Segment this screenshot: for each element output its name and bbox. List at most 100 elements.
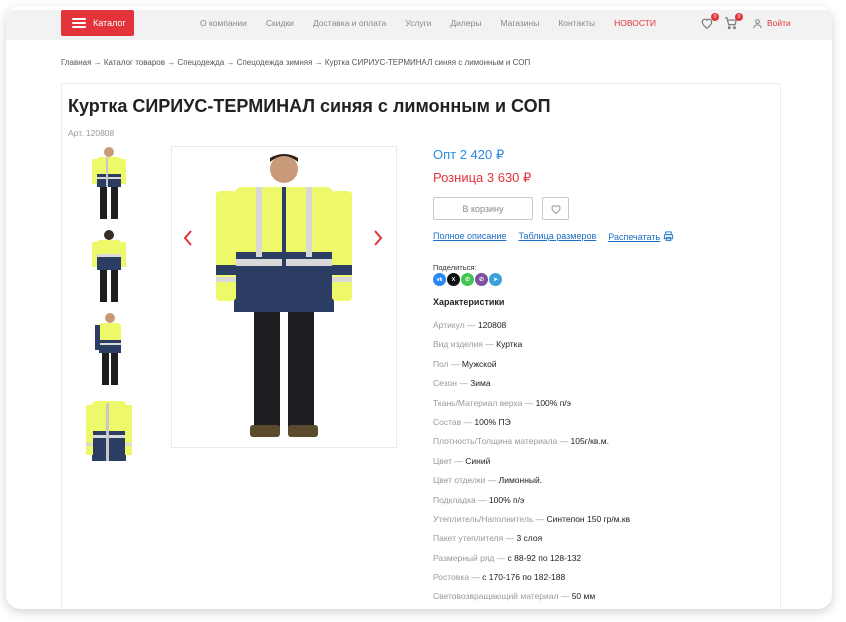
browser-frame: Каталог О компании Скидки Доставка и опл…	[6, 6, 832, 609]
retail-price: Розница 3 630 ₽	[433, 170, 532, 185]
product-main-image	[171, 146, 397, 448]
share-label: Поделиться:	[433, 263, 477, 272]
share-buttons: vk X ✆ ✆ ➤	[433, 273, 502, 286]
spec-row: Плотность/Толщина материала — 105г/кв.м.	[433, 436, 630, 455]
spec-row: Подкладка — 100% п/э	[433, 495, 630, 514]
cart-count-badge: 0	[735, 13, 743, 21]
spec-value: 3 слоя	[516, 533, 543, 544]
article-number: Арт. 120808	[68, 128, 115, 138]
favorites-count-badge: 0	[711, 13, 719, 21]
add-to-cart-button[interactable]: В корзину	[433, 197, 533, 220]
product-card: Куртка СИРИУС-ТЕРМИНАЛ синяя с лимонным …	[61, 83, 781, 609]
spec-row: Размерный ряд — с 88-92 по 128-132	[433, 553, 630, 572]
spec-key: Пол —	[433, 358, 462, 369]
page-title: Куртка СИРИУС-ТЕРМИНАЛ синяя с лимонным …	[68, 96, 551, 116]
spec-key: Ростовка —	[433, 572, 483, 583]
thumbnail-side[interactable]	[84, 310, 134, 390]
user-icon	[753, 18, 762, 28]
characteristics-title: Характеристики	[433, 297, 505, 307]
nav-item-delivery[interactable]: Доставка и оплата	[313, 18, 386, 28]
prev-image-arrow-icon[interactable]	[182, 229, 194, 247]
catalog-button[interactable]: Каталог	[61, 10, 134, 36]
spec-value: 105г/кв.м.	[570, 436, 609, 447]
nav-item-shops[interactable]: Магазины	[500, 18, 539, 28]
top-navigation-bar: Каталог О компании Скидки Доставка и опл…	[6, 10, 832, 40]
spec-row: Сезон — Зима	[433, 378, 630, 397]
thumbnail-front[interactable]	[84, 144, 134, 224]
print-link[interactable]: Распечатать	[608, 231, 674, 242]
jacket-thumbnail-image	[86, 401, 132, 461]
spec-key: Цвет отделки —	[433, 475, 499, 486]
product-photo	[216, 154, 352, 437]
spec-value: Мужской	[461, 358, 497, 369]
nav-item-contacts[interactable]: Контакты	[558, 18, 595, 28]
spec-key: Подкладка —	[433, 494, 489, 505]
login-button[interactable]: Войти	[752, 18, 791, 29]
size-table-link[interactable]: Таблица размеров	[518, 231, 596, 242]
whatsapp-icon[interactable]: ✆	[461, 273, 474, 286]
full-description-link[interactable]: Полное описание	[433, 231, 506, 242]
spec-value: с 88-92 по 128-132	[507, 552, 582, 563]
spec-row: Цвет — Синий	[433, 456, 630, 475]
spec-key: Световозвращающий материал —	[433, 591, 572, 602]
spec-row: Ткань/Материал верха — 100% п/э	[433, 398, 630, 417]
spec-key: Пакет утеплителя —	[433, 533, 517, 544]
wholesale-price: Опт 2 420 ₽	[433, 147, 505, 162]
favorites-button[interactable]: 0	[700, 13, 719, 30]
header-icons: 0 0 Войти	[700, 10, 791, 36]
spec-row: Артикул — 120808	[433, 320, 630, 339]
spec-key: Ткань/Материал верха —	[433, 397, 536, 408]
spec-row: Утеплитель/Наполнитель — Синтепон 150 гр…	[433, 514, 630, 533]
cart-button[interactable]: 0	[724, 13, 743, 30]
menu-icon	[72, 18, 86, 28]
spec-value: Синтепон 150 гр/м.кв	[546, 513, 631, 524]
spec-value: Синий	[465, 455, 491, 466]
spec-value: 100% ПЭ	[474, 416, 511, 427]
spec-value: Зима	[470, 378, 491, 389]
spec-row: Цвет отделки — Лимонный.	[433, 475, 630, 494]
spec-row: Световозвращающий материал — 50 мм	[433, 591, 630, 609]
spec-row: Пакет утеплителя — 3 слоя	[433, 533, 630, 552]
spec-value: 100% п/э	[488, 494, 525, 505]
viber-icon[interactable]: ✆	[475, 273, 488, 286]
spec-value: 100% п/э	[535, 397, 571, 408]
vk-icon[interactable]: vk	[433, 273, 446, 286]
spec-value: 120808	[477, 320, 507, 330]
heart-icon	[550, 204, 561, 214]
printer-icon	[664, 231, 674, 242]
spec-key: Цвет —	[433, 455, 466, 466]
thumbnail-jacket[interactable]	[84, 397, 134, 469]
spec-key: Утеплитель/Наполнитель —	[433, 513, 547, 524]
nav-item-news[interactable]: НОВОСТИ	[614, 18, 656, 28]
spec-key: Артикул —	[433, 320, 478, 330]
spec-value: с 170-176 по 182-188	[482, 572, 566, 583]
specs-list: Артикул — 120808 Вид изделия — Куртка По…	[433, 320, 630, 609]
spec-row: Ростовка — с 170-176 по 182-188	[433, 572, 630, 591]
nav-item-services[interactable]: Услуги	[405, 18, 431, 28]
nav-item-about[interactable]: О компании	[200, 18, 247, 28]
spec-value: 50 мм	[571, 591, 596, 602]
print-link-label: Распечатать	[608, 231, 661, 242]
nav-item-dealers[interactable]: Дилеры	[450, 18, 481, 28]
catalog-button-label: Каталог	[93, 18, 126, 28]
breadcrumb[interactable]: Главная → Каталог товаров → Спецодежда →…	[61, 58, 530, 67]
x-icon[interactable]: X	[447, 273, 460, 286]
thumbnail-back[interactable]	[84, 227, 134, 307]
spec-key: Состав —	[433, 416, 475, 427]
login-label: Войти	[767, 18, 791, 28]
main-nav: О компании Скидки Доставка и оплата Услу…	[200, 10, 675, 36]
spec-value: Куртка	[496, 339, 523, 350]
spec-row: Вид изделия — Куртка	[433, 339, 630, 358]
next-image-arrow-icon[interactable]	[372, 229, 384, 247]
telegram-icon[interactable]: ➤	[489, 273, 502, 286]
spec-value: Лимонный.	[498, 475, 543, 486]
spec-key: Вид изделия —	[433, 339, 497, 350]
spec-row: Состав — 100% ПЭ	[433, 417, 630, 436]
product-links: Полное описание Таблица размеров Распеча…	[433, 231, 674, 242]
add-to-favorites-button[interactable]	[542, 197, 569, 220]
spec-key: Размерный ряд —	[433, 552, 508, 563]
nav-item-discounts[interactable]: Скидки	[266, 18, 294, 28]
jacket-thumbnail-image	[92, 147, 126, 219]
jacket-thumbnail-image	[95, 313, 121, 385]
spec-key: Плотность/Толщина материала —	[433, 436, 571, 447]
